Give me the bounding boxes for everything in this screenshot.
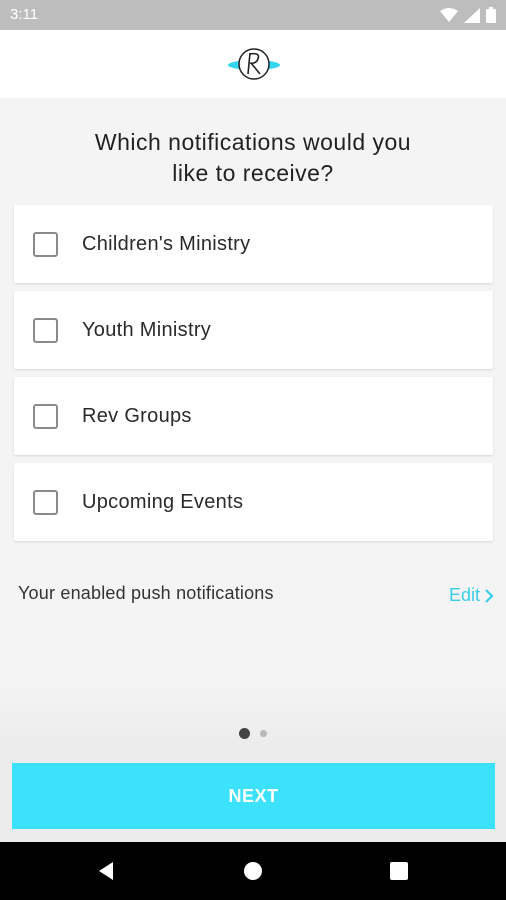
home-button[interactable] (213, 842, 293, 900)
status-bar: 3:11 (0, 0, 506, 30)
option-childrens-ministry[interactable]: Children's Ministry (14, 205, 493, 283)
page-dot-inactive (260, 730, 267, 737)
wifi-icon (440, 7, 458, 22)
page-title-line2: like to receive? (172, 160, 334, 186)
option-rev-groups[interactable]: Rev Groups (14, 377, 493, 455)
option-youth-ministry[interactable]: Youth Ministry (14, 291, 493, 369)
option-label: Rev Groups (82, 405, 192, 427)
chevron-right-icon (485, 588, 494, 603)
checkbox[interactable] (33, 318, 58, 343)
enabled-notifications-row: Your enabled push notifications Edit (18, 583, 494, 609)
signal-icon (464, 7, 480, 23)
recents-button[interactable] (359, 842, 439, 900)
system-nav-bar (0, 842, 506, 900)
checkbox[interactable] (33, 404, 58, 429)
home-icon (244, 862, 262, 880)
recents-icon (390, 862, 408, 880)
page-title: Which notifications would you like to re… (0, 127, 506, 189)
checkbox[interactable] (33, 490, 58, 515)
back-button[interactable] (66, 842, 146, 900)
church-logo-icon (228, 48, 280, 80)
edit-link[interactable]: Edit (449, 585, 494, 606)
option-upcoming-events[interactable]: Upcoming Events (14, 463, 493, 541)
page-indicator (0, 728, 506, 739)
option-label: Youth Ministry (82, 319, 212, 341)
next-button[interactable]: NEXT (12, 763, 495, 829)
option-label: Upcoming Events (82, 491, 244, 513)
option-label: Children's Ministry (82, 233, 251, 255)
page-dot-active (239, 728, 250, 739)
battery-icon (486, 7, 496, 23)
app-header (0, 30, 506, 98)
enabled-notifications-text: Your enabled push notifications (18, 583, 274, 603)
status-time: 3:11 (10, 6, 39, 23)
status-icons (440, 7, 496, 23)
edit-label: Edit (448, 585, 480, 605)
back-icon (99, 862, 113, 880)
page-title-line1: Which notifications would you (94, 129, 412, 155)
checkbox[interactable] (33, 232, 58, 257)
notification-options: Children's Ministry Youth Ministry Rev G… (14, 205, 493, 549)
